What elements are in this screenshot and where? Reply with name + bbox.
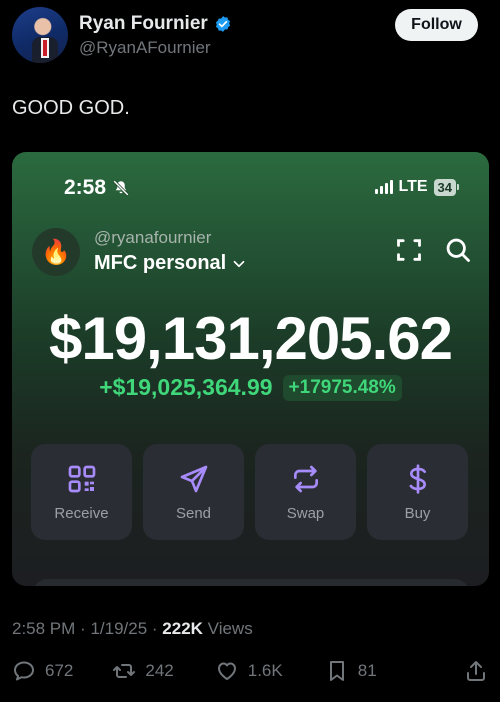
wallet-balance: $19,131,205.62 bbox=[48, 305, 453, 372]
wallet-account-handle: @ryanafournier bbox=[94, 228, 212, 247]
send-icon bbox=[180, 465, 207, 492]
engagement-bar: 672 242 1.6K 81 bbox=[12, 656, 488, 686]
receive-button[interactable]: Receive bbox=[31, 444, 132, 540]
tweet-text: GOOD GOD. bbox=[12, 97, 130, 119]
search-icon[interactable] bbox=[444, 236, 472, 264]
battery-level: 34 bbox=[433, 178, 456, 196]
phone-status-time: 2:58 bbox=[64, 176, 130, 200]
dollar-icon bbox=[409, 463, 426, 494]
change-percent-badge: +17975.48% bbox=[282, 374, 402, 401]
silent-bell-icon bbox=[113, 180, 129, 196]
bookmark-count: 81 bbox=[357, 661, 377, 680]
receive-label: Receive bbox=[54, 504, 109, 522]
heart-icon bbox=[217, 662, 236, 680]
tweet-meta: 2:58 PM · 1/19/25 · 222K Views bbox=[12, 619, 253, 638]
retweet-count: 242 bbox=[145, 661, 174, 680]
like-count: 1.6K bbox=[247, 661, 283, 680]
swap-icon bbox=[293, 465, 318, 492]
reply-count: 672 bbox=[45, 661, 74, 680]
author-avatar[interactable] bbox=[12, 7, 68, 63]
author-name[interactable]: Ryan Fournier bbox=[79, 13, 208, 35]
views-count: 222K bbox=[162, 619, 203, 638]
author-name-row[interactable]: Ryan Fournier bbox=[79, 13, 232, 35]
buy-label: Buy bbox=[404, 504, 431, 522]
retweet-button[interactable]: 242 bbox=[112, 659, 174, 683]
scan-icon[interactable] bbox=[395, 236, 423, 264]
wallet-account-selector[interactable]: MFC personal bbox=[94, 252, 248, 275]
change-amount: +$19,025,364.99 bbox=[99, 374, 273, 400]
share-button[interactable] bbox=[464, 659, 488, 683]
chevron-down-icon bbox=[233, 260, 245, 267]
tweet-date[interactable]: 1/19/25 bbox=[90, 619, 147, 638]
balance-change: +$19,025,364.99 +17975.48% bbox=[12, 374, 489, 401]
status-time-text: 2:58 bbox=[64, 176, 107, 199]
tweet-header: Ryan Fournier @RyanAFournier Follow bbox=[12, 7, 488, 65]
buy-button[interactable]: Buy bbox=[367, 444, 468, 540]
tweet-time[interactable]: 2:58 PM bbox=[12, 619, 75, 638]
wallet-account-name: MFC personal bbox=[94, 252, 227, 274]
wallet-actions: Receive Send Swap Buy bbox=[31, 444, 468, 540]
swap-button[interactable]: Swap bbox=[255, 444, 356, 540]
like-button[interactable]: 1.6K bbox=[215, 659, 283, 683]
bookmark-button[interactable]: 81 bbox=[325, 659, 377, 683]
battery-icon: 34 bbox=[433, 178, 459, 196]
views-label: Views bbox=[207, 619, 253, 638]
bookmark-icon bbox=[329, 661, 344, 681]
fire-emoji-avatar[interactable]: 🔥 bbox=[32, 228, 80, 276]
reply-button[interactable]: 672 bbox=[12, 659, 73, 683]
qr-code-icon bbox=[68, 465, 95, 492]
retweet-icon bbox=[113, 664, 136, 678]
signal-icon bbox=[374, 180, 393, 194]
phone-status-indicators: LTE 34 bbox=[374, 178, 459, 196]
follow-button[interactable]: Follow bbox=[395, 9, 478, 41]
network-label: LTE bbox=[398, 178, 428, 195]
swap-label: Swap bbox=[286, 504, 325, 522]
verified-badge-icon bbox=[215, 16, 230, 32]
author-handle[interactable]: @RyanAFournier bbox=[79, 38, 211, 58]
send-button[interactable]: Send bbox=[143, 444, 244, 540]
share-icon bbox=[467, 661, 485, 681]
reply-icon bbox=[14, 661, 34, 681]
tweet-image[interactable]: 2:58 LTE 34 🔥 @ryanafournier MFC persona… bbox=[12, 152, 489, 586]
wallet-bottom-card bbox=[33, 579, 469, 586]
send-label: Send bbox=[175, 504, 212, 522]
